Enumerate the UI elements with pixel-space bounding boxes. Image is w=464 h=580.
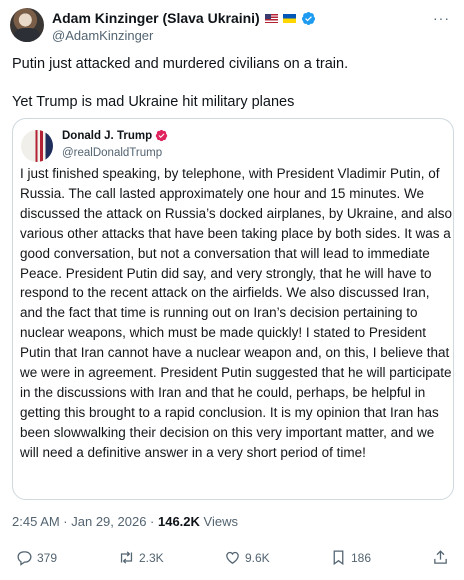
like-count: 9.6K xyxy=(245,550,270,565)
ukraine-flag-icon xyxy=(282,13,296,23)
author-display-name[interactable]: Adam Kinzinger (Slava Ukraini) xyxy=(52,10,260,26)
bookmark-count: 186 xyxy=(351,550,372,565)
views-count: 146.2K xyxy=(157,514,200,529)
views-label: Views xyxy=(199,514,238,529)
share-button[interactable] xyxy=(432,549,449,566)
quote-author-avatar xyxy=(21,130,53,162)
verified-badge-icon xyxy=(301,11,315,25)
bookmark-icon xyxy=(333,550,344,566)
reply-icon xyxy=(17,551,32,566)
tweet-line: Yet Trump is mad Ukraine hit military pl… xyxy=(12,94,295,110)
quote-author-name-row: Donald J. Trump xyxy=(62,129,168,142)
repost-button[interactable]: 2.3K xyxy=(118,549,164,566)
more-icon[interactable]: ··· xyxy=(433,10,450,26)
quoted-tweet[interactable]: Donald J. Trump @realDonaldTrump I just … xyxy=(12,118,454,500)
author-name-row[interactable]: Adam Kinzinger (Slava Ukraini) xyxy=(52,10,316,26)
action-bar: 379 2.3K 9.6K 186 xyxy=(12,549,452,573)
quote-text: I just finished speaking, by telephone, … xyxy=(20,166,452,460)
share-icon xyxy=(434,550,447,564)
tweet-meta: 2:45 AM · Jan 29, 2026 · 146.2K Views xyxy=(12,514,238,529)
tweet-header: Adam Kinzinger (Slava Ukraini) @AdamKinz… xyxy=(10,8,454,48)
author-handle[interactable]: @AdamKinzinger xyxy=(52,28,153,43)
tweet-line: Putin just attacked and murdered civilia… xyxy=(12,56,349,72)
like-button[interactable]: 9.6K xyxy=(224,549,270,566)
quote-author-display-name: Donald J. Trump xyxy=(62,129,153,142)
repost-icon xyxy=(120,551,133,564)
us-flag-icon xyxy=(264,13,278,23)
quote-author-handle: @realDonaldTrump xyxy=(62,147,163,159)
author-avatar[interactable] xyxy=(10,8,44,42)
bookmark-button[interactable]: 186 xyxy=(330,549,371,566)
reply-button[interactable]: 379 xyxy=(16,549,57,566)
verified-badge-icon xyxy=(155,129,168,142)
like-icon xyxy=(226,551,239,564)
repost-count: 2.3K xyxy=(139,550,164,565)
timestamp[interactable]: 2:45 AM · Jan 29, 2026 · xyxy=(12,514,158,529)
reply-count: 379 xyxy=(37,550,58,565)
